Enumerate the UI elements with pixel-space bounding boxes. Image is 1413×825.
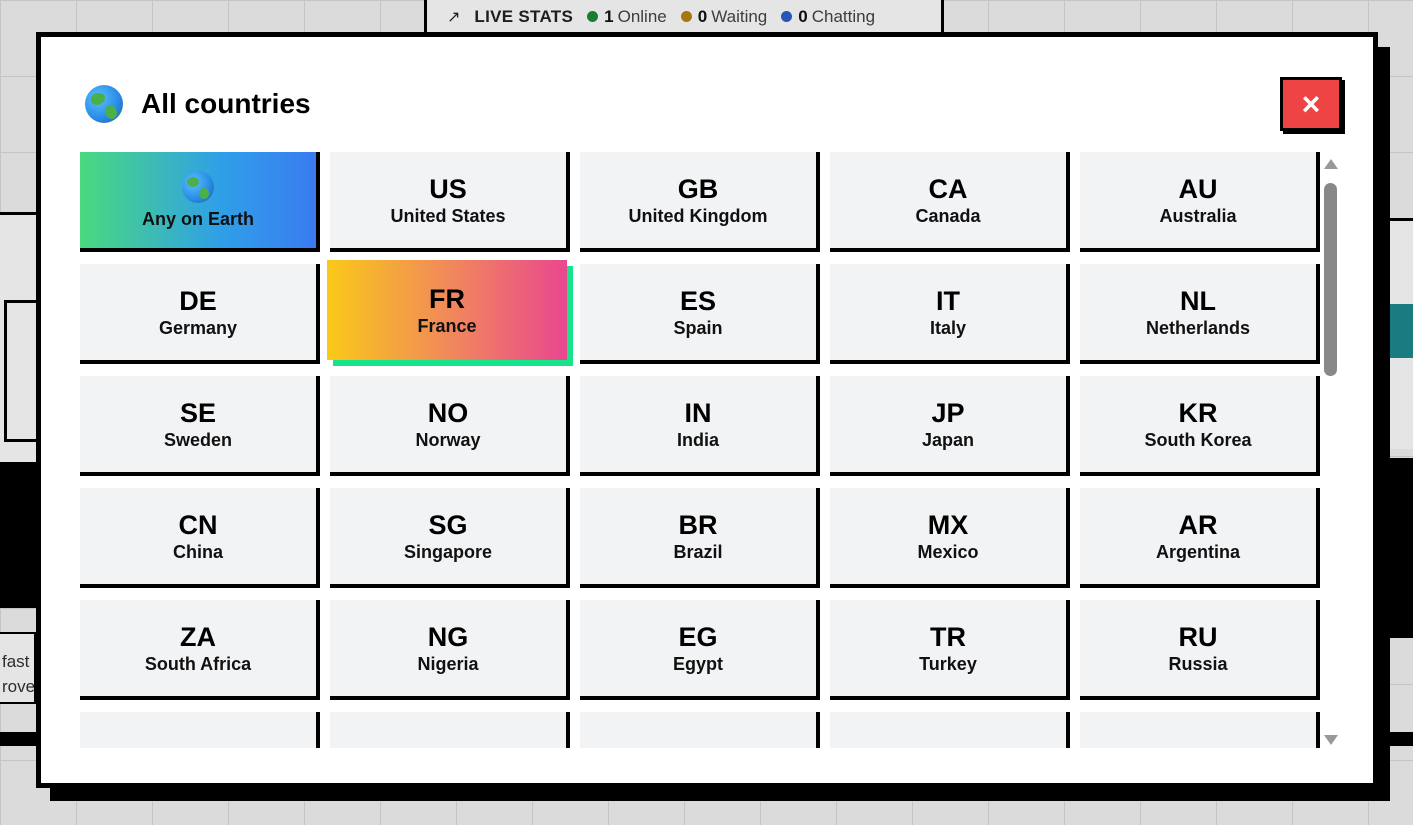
country-code: IN	[684, 397, 712, 428]
country-tile-us[interactable]: US United States	[330, 152, 570, 252]
country-tile-partial[interactable]	[830, 712, 1070, 748]
country-name: China	[172, 541, 223, 562]
country-tile-in[interactable]: IN India	[580, 376, 820, 476]
countries-scroll-area[interactable]: Any on Earth US United States GB United King…	[80, 152, 1320, 748]
country-name: Italy	[929, 317, 967, 338]
country-name: France	[417, 315, 477, 336]
country-name: Netherlands	[1145, 317, 1251, 338]
country-tile-au[interactable]: AU Australia	[1080, 152, 1320, 252]
country-code: JP	[931, 397, 965, 428]
country-tile-mx[interactable]: MX Mexico	[830, 488, 1070, 588]
country-name: Russia	[1168, 653, 1228, 674]
countries-modal: All countries × Any on Earth US United Sta…	[36, 32, 1378, 788]
country-name: Sweden	[163, 429, 233, 450]
country-code: ZA	[180, 621, 216, 652]
country-tile-cn[interactable]: CN China	[80, 488, 320, 588]
country-name: Any on Earth	[141, 208, 254, 229]
country-code: DE	[179, 285, 217, 316]
country-name: India	[676, 429, 719, 450]
country-name: Australia	[1159, 205, 1237, 226]
country-name: Singapore	[403, 541, 492, 562]
globe-icon	[85, 85, 123, 123]
scrollbar-thumb[interactable]	[1324, 183, 1337, 376]
country-code: NG	[427, 621, 469, 652]
country-code: KR	[1178, 397, 1218, 428]
country-tile-gb[interactable]: GB United Kingdom	[580, 152, 820, 252]
country-code: FR	[429, 283, 465, 314]
country-name: Norway	[415, 429, 481, 450]
country-tile-es[interactable]: ES Spain	[580, 264, 820, 364]
country-tile-eg[interactable]: EG Egypt	[580, 600, 820, 700]
country-tile-no[interactable]: NO Norway	[330, 376, 570, 476]
country-code: NL	[1180, 285, 1216, 316]
country-tile-br[interactable]: BR Brazil	[580, 488, 820, 588]
country-tile-fr[interactable]: FR France	[327, 260, 567, 360]
country-tile-ca[interactable]: CA Canada	[830, 152, 1070, 252]
country-tile-any[interactable]: Any on Earth	[80, 152, 320, 252]
country-code: NO	[427, 397, 469, 428]
country-tile-partial[interactable]	[1080, 712, 1320, 748]
country-name: South Korea	[1144, 429, 1252, 450]
country-name: Germany	[158, 317, 238, 338]
country-code: US	[429, 173, 467, 204]
modal-title: All countries	[141, 88, 311, 119]
country-tile-se[interactable]: SE Sweden	[80, 376, 320, 476]
globe-icon	[182, 170, 214, 203]
country-code: TR	[930, 621, 966, 652]
country-tile-de[interactable]: DE Germany	[80, 264, 320, 364]
country-code: BR	[678, 509, 718, 540]
country-tile-kr[interactable]: KR South Korea	[1080, 376, 1320, 476]
scroll-up-arrow-icon[interactable]	[1324, 159, 1338, 169]
country-code: AR	[1178, 509, 1218, 540]
country-name: South Africa	[144, 653, 252, 674]
country-name: Nigeria	[417, 653, 479, 674]
country-code: RU	[1178, 621, 1218, 652]
country-tile-ru[interactable]: RU Russia	[1080, 600, 1320, 700]
scroll-down-arrow-icon[interactable]	[1324, 735, 1338, 745]
country-code: MX	[927, 509, 969, 540]
country-tile-partial[interactable]	[580, 712, 820, 748]
country-tile-ar[interactable]: AR Argentina	[1080, 488, 1320, 588]
country-code: SG	[428, 509, 468, 540]
country-name: Brazil	[673, 541, 723, 562]
country-code: CA	[928, 173, 968, 204]
modal-header: All countries	[85, 85, 311, 123]
country-tile-partial[interactable]	[80, 712, 320, 748]
country-code: AU	[1178, 173, 1218, 204]
country-name: Argentina	[1155, 541, 1240, 562]
country-name: Japan	[921, 429, 975, 450]
country-tile-sg[interactable]: SG Singapore	[330, 488, 570, 588]
country-name: Spain	[673, 317, 723, 338]
country-grid: Any on Earth US United States GB United King…	[80, 152, 1320, 748]
country-tile-jp[interactable]: JP Japan	[830, 376, 1070, 476]
country-name: United States	[390, 205, 506, 226]
country-tile-nl[interactable]: NL Netherlands	[1080, 264, 1320, 364]
country-tile-ng[interactable]: NG Nigeria	[330, 600, 570, 700]
country-name: Turkey	[919, 653, 977, 674]
country-tile-it[interactable]: IT Italy	[830, 264, 1070, 364]
close-icon: ×	[1301, 86, 1321, 122]
country-name: Canada	[915, 205, 981, 226]
country-code: ES	[679, 285, 717, 316]
close-button[interactable]: ×	[1280, 77, 1342, 131]
country-code: IT	[936, 285, 960, 316]
country-code: CN	[178, 509, 218, 540]
country-name: United Kingdom	[628, 205, 768, 226]
country-name: Egypt	[672, 653, 723, 674]
country-code: SE	[179, 397, 217, 428]
country-code: GB	[677, 173, 719, 204]
country-tile-partial[interactable]	[330, 712, 570, 748]
country-name: Mexico	[917, 541, 979, 562]
country-tile-za[interactable]: ZA South Africa	[80, 600, 320, 700]
country-tile-tr[interactable]: TR Turkey	[830, 600, 1070, 700]
country-code: EG	[678, 621, 718, 652]
